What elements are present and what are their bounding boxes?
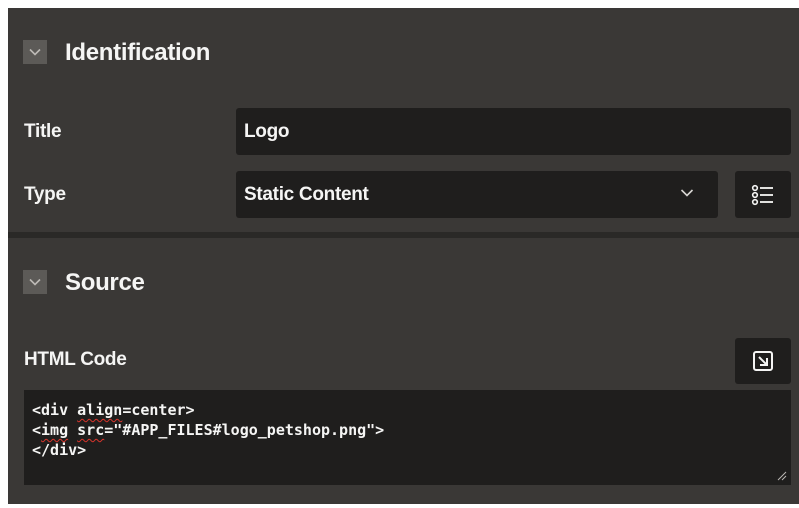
title-input-value: Logo — [244, 120, 290, 142]
type-label: Type — [24, 184, 66, 205]
code-text: <div — [32, 401, 78, 419]
code-text: < — [32, 421, 42, 439]
html-code-label: HTML Code — [24, 349, 127, 370]
type-list-button[interactable] — [735, 171, 791, 218]
spellcheck-word: img — [41, 421, 69, 439]
type-select-value: Static Content — [244, 183, 369, 205]
chevron-down-icon — [680, 189, 694, 197]
identification-section-header[interactable]: Identification — [8, 8, 799, 96]
open-in-new-icon — [753, 351, 773, 371]
resize-grip-icon[interactable] — [777, 471, 787, 481]
code-line-2: <img src="#APP_FILES#logo_petshop.png"> — [32, 420, 791, 440]
chevron-down-icon — [29, 278, 41, 286]
source-title: Source — [65, 269, 145, 296]
chevron-down-icon — [29, 48, 41, 56]
title-input[interactable]: Logo — [236, 108, 791, 155]
code-line-3: </div> — [32, 441, 87, 459]
title-label: Title — [24, 121, 62, 142]
code-text: =center> — [122, 401, 195, 419]
code-line-1: <div align=center> — [32, 400, 791, 420]
html-code-textarea[interactable]: <div align=center> <img src="#APP_FILES#… — [24, 390, 791, 485]
expand-code-editor-button[interactable] — [735, 338, 791, 384]
type-select[interactable]: Static Content — [236, 171, 718, 218]
spellcheck-word: src — [77, 421, 105, 439]
identification-title: Identification — [65, 39, 211, 66]
code-text: ="#APP_FILES#logo_petshop.png"> — [104, 421, 385, 439]
source-collapse-button[interactable] — [23, 270, 47, 294]
property-editor-panel: Identification Title Logo Type Static Co… — [8, 8, 799, 504]
list-icon — [751, 184, 773, 205]
spellcheck-word: align — [77, 401, 123, 419]
identification-collapse-button[interactable] — [23, 40, 47, 64]
source-section-header[interactable]: Source — [8, 238, 799, 326]
